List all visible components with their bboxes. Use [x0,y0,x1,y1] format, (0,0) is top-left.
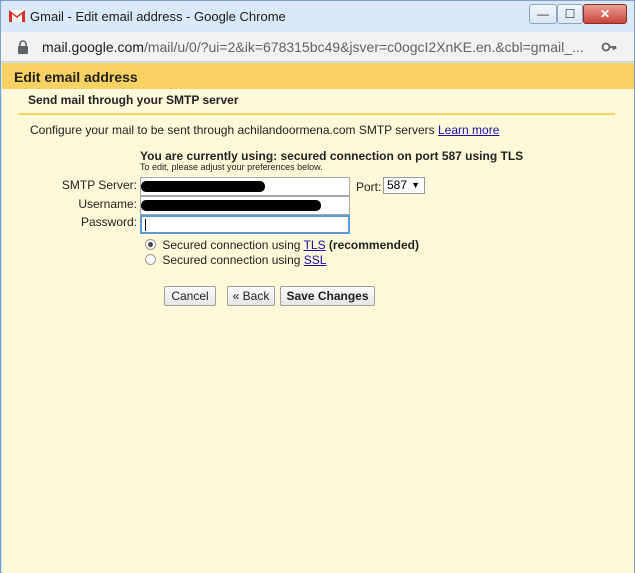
port-select[interactable]: 587 ▼ [383,177,425,194]
intro-text: Configure your mail to be sent through a… [30,123,499,137]
username-input[interactable] [140,196,350,215]
username-label: Username: [78,197,137,211]
dialog-header: Edit email address [2,63,634,89]
ssl-radio[interactable] [145,254,156,265]
divider [18,113,615,115]
ssl-option[interactable]: Secured connection using SSL [145,253,326,267]
back-button[interactable]: « Back [227,286,275,306]
cancel-button[interactable]: Cancel [164,286,216,306]
learn-more-link[interactable]: Learn more [438,123,499,137]
ssl-link[interactable]: SSL [304,253,327,267]
chevron-down-icon: ▼ [411,180,420,190]
lock-icon[interactable] [17,40,29,54]
ssl-label: Secured connection using [162,253,301,267]
redacted-value [141,181,265,192]
key-icon[interactable] [601,39,617,55]
password-input[interactable] [140,215,350,234]
text-cursor [145,219,146,231]
tls-option[interactable]: Secured connection using TLS (recommende… [145,238,419,252]
gmail-icon [9,10,25,22]
tls-link[interactable]: TLS [304,238,326,252]
tls-radio[interactable] [145,239,156,250]
minimize-button[interactable]: — [529,4,557,24]
address-bar[interactable]: mail.google.com/mail/u/0/?ui=2&ik=678315… [1,32,634,62]
redacted-value [141,200,321,211]
recommended-note: (recommended) [328,238,419,252]
close-button[interactable]: ✕ [583,4,627,24]
section-heading: Send mail through your SMTP server [28,93,239,107]
title-bar[interactable]: Gmail - Edit email address - Google Chro… [1,1,634,32]
current-status: You are currently using: secured connect… [140,149,524,163]
url-path: /mail/u/0/?ui=2&ik=678315bc49&jsver=c0og… [143,39,584,55]
url-text[interactable]: mail.google.com/mail/u/0/?ui=2&ik=678315… [42,39,587,55]
dialog-page: Edit email address Send mail through you… [2,63,634,573]
window-title: Gmail - Edit email address - Google Chro… [30,9,286,24]
smtp-server-input[interactable] [140,177,350,196]
save-changes-button[interactable]: Save Changes [280,286,375,306]
smtp-server-label: SMTP Server: [61,178,137,192]
port-label: Port: [356,180,382,194]
browser-window: Gmail - Edit email address - Google Chro… [0,0,635,573]
status-hint: To edit, please adjust your preferences … [140,162,323,172]
url-host: mail.google.com [42,39,144,55]
password-label: Password: [80,215,137,229]
port-value: 587 [387,178,408,192]
maximize-button[interactable]: ☐ [557,4,583,24]
intro-description: Configure your mail to be sent through a… [30,123,435,137]
dialog-title: Edit email address [14,69,138,85]
tls-label: Secured connection using [162,238,301,252]
